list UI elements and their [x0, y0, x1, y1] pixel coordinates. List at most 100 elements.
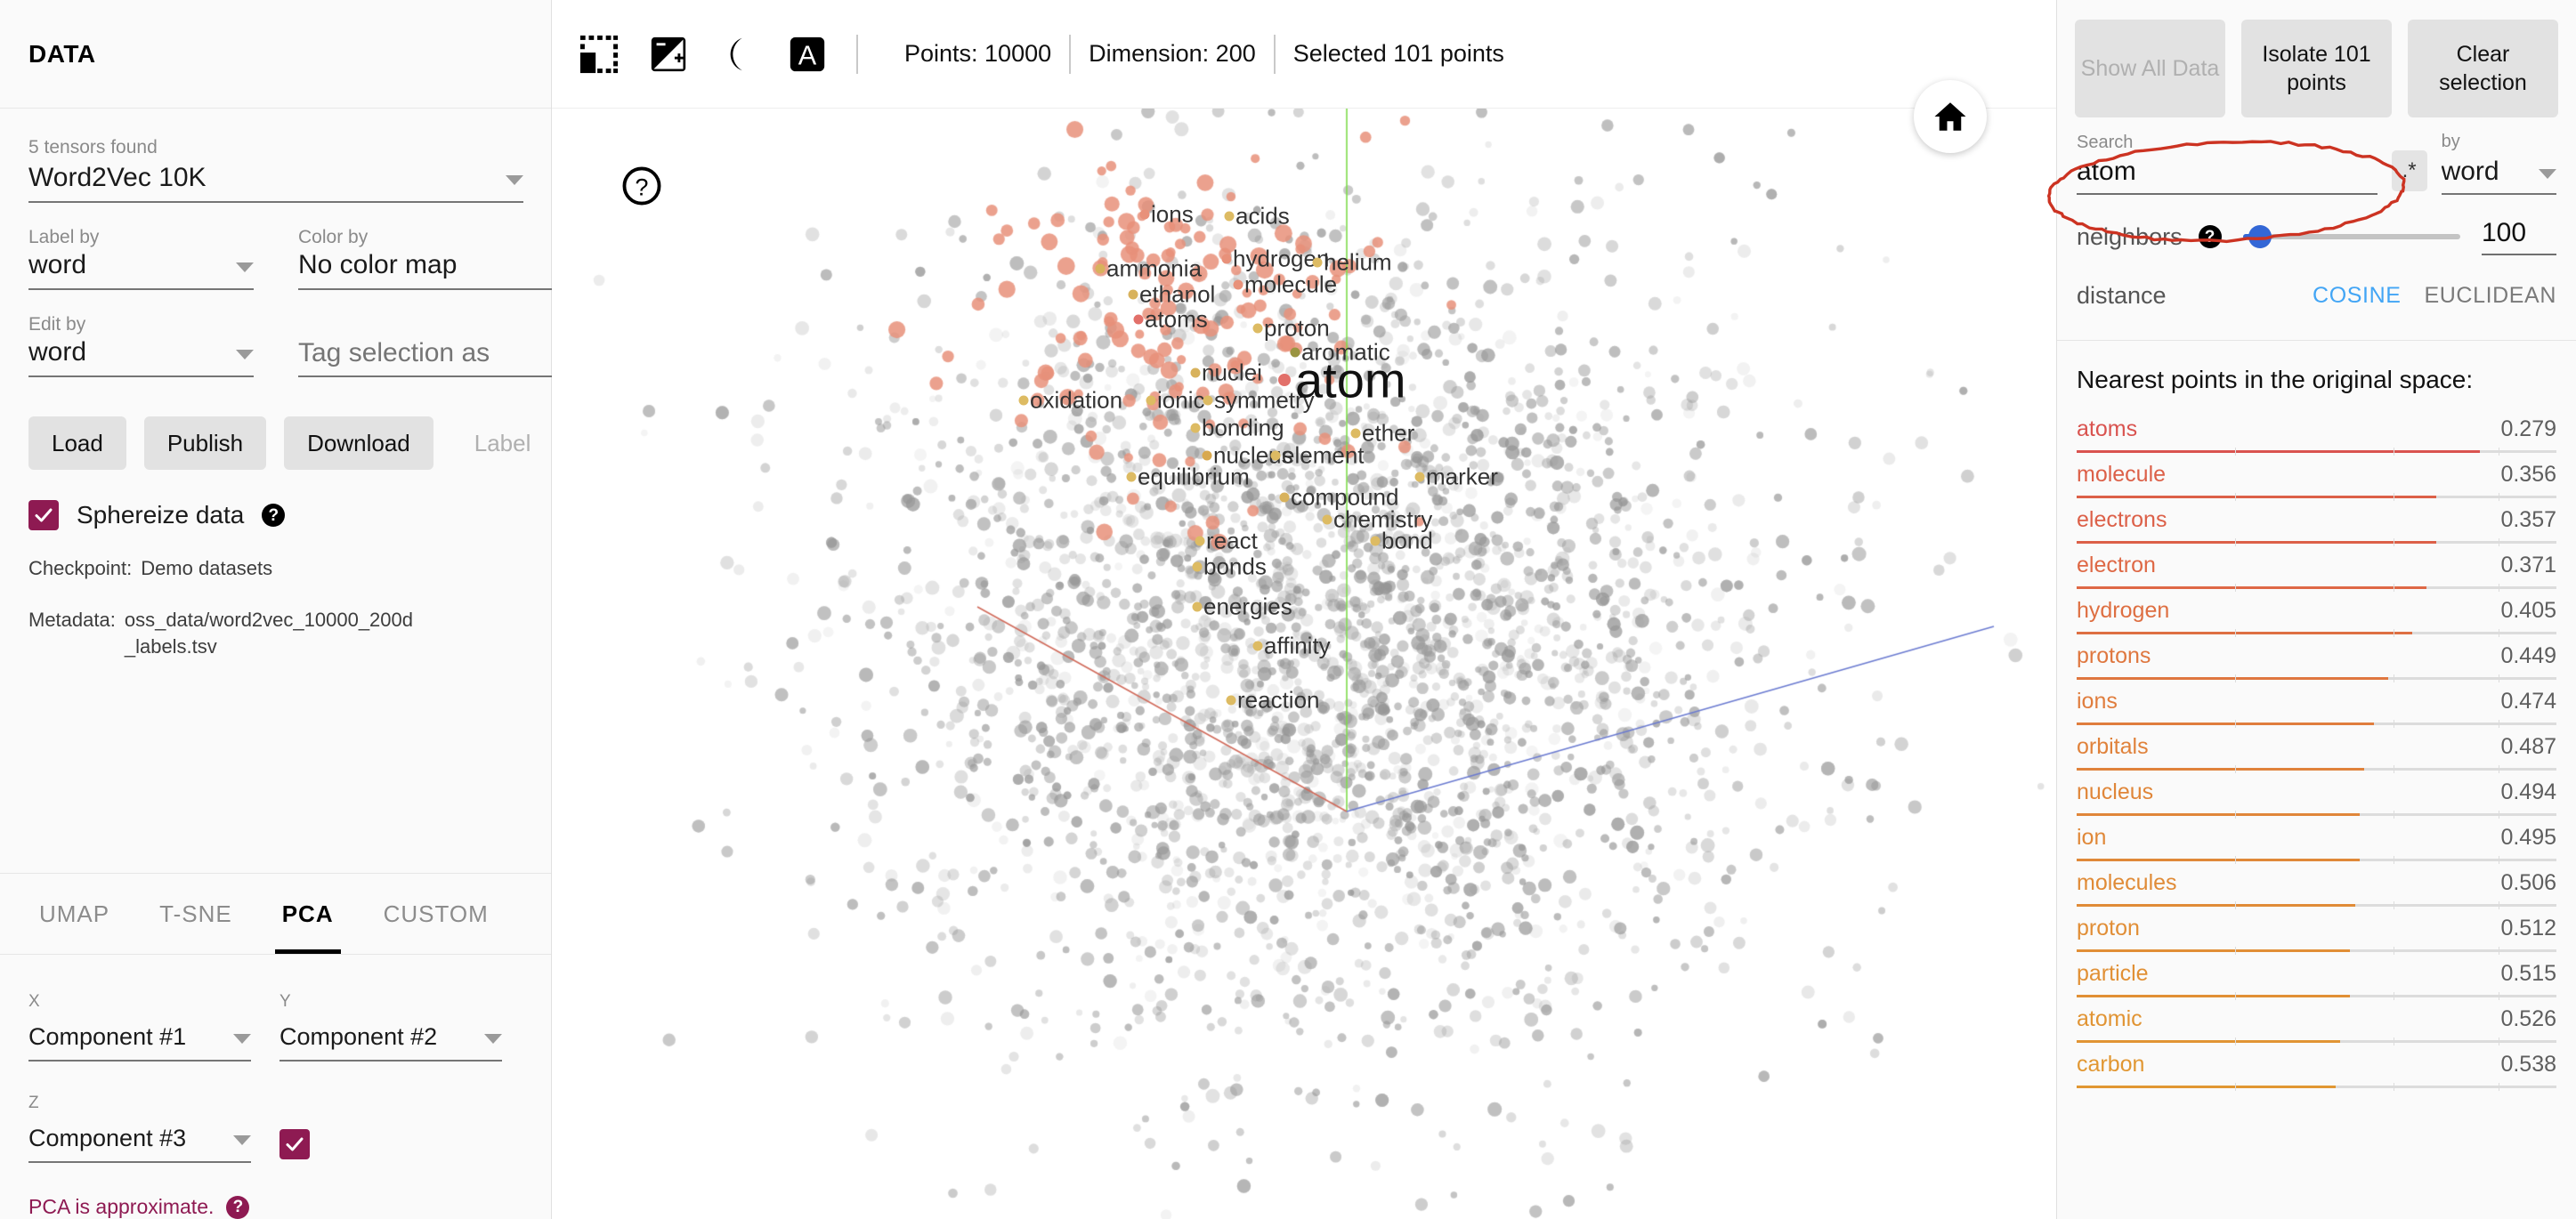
download-button[interactable]: Download: [284, 416, 433, 470]
publish-button[interactable]: Publish: [143, 416, 267, 470]
nearest-neighbor-word[interactable]: ions: [2077, 686, 2118, 716]
nearest-neighbor-row[interactable]: particle 0.515: [2077, 958, 2556, 1003]
nearest-neighbor-word[interactable]: atomic: [2077, 1004, 2143, 1034]
nearest-neighbor-row[interactable]: ions 0.474: [2077, 686, 2556, 731]
labels-icon[interactable]: A: [787, 34, 828, 75]
tab-tsne[interactable]: T-SNE: [134, 874, 257, 954]
nearest-neighbor-word[interactable]: molecules: [2077, 868, 2177, 898]
scatter-points-canvas[interactable]: [552, 109, 2056, 1219]
pca-x-select[interactable]: Component #1: [28, 1021, 251, 1062]
nearest-neighbor-row[interactable]: protons 0.449: [2077, 641, 2556, 685]
nearest-neighbor-tick: [2234, 629, 2236, 637]
nearest-neighbor-word[interactable]: carbon: [2077, 1049, 2144, 1079]
load-button[interactable]: Load: [28, 416, 126, 470]
data-action-buttons: Load Publish Download Label: [28, 416, 531, 470]
embedding-scatter-plot[interactable]: ions acids hydrogen helium ammonia molecule et…: [552, 109, 2056, 1219]
distance-option-euclidean[interactable]: EUCLIDEAN: [2425, 283, 2557, 309]
exposure-icon[interactable]: [648, 34, 689, 75]
nearest-neighbor-bar: [2077, 1086, 2337, 1088]
neighbors-value[interactable]: 100: [2482, 218, 2556, 255]
nearest-neighbor-word[interactable]: protons: [2077, 641, 2151, 671]
help-icon[interactable]: ?: [226, 1195, 250, 1219]
regex-toggle-button[interactable]: .*: [2391, 150, 2427, 191]
nearest-neighbor-word[interactable]: electron: [2077, 550, 2156, 580]
isolate-points-button[interactable]: Isolate 101 points: [2241, 20, 2392, 117]
nearest-neighbor-word[interactable]: particle: [2077, 958, 2149, 989]
pca-x-label: X: [28, 992, 40, 1011]
help-icon[interactable]: ?: [262, 504, 286, 527]
search-input-underline: [2077, 157, 2378, 195]
dimension-count: Dimension: 200: [1089, 40, 1256, 67]
tensor-select[interactable]: Word2Vec 10K: [28, 162, 523, 203]
search-field-group: Search: [2077, 133, 2378, 195]
nearest-neighbor-word[interactable]: electrons: [2077, 505, 2167, 535]
nearest-neighbor-distance: 0.371: [2500, 553, 2556, 577]
nearest-neighbor-word[interactable]: atoms: [2077, 414, 2137, 444]
pca-z-select[interactable]: Component #3: [28, 1122, 251, 1163]
pca-z-label: Z: [28, 1094, 39, 1112]
projection-tabs: UMAP T-SNE PCA CUSTOM: [0, 873, 551, 955]
help-icon[interactable]: ?: [2198, 225, 2222, 248]
points-count: Points: 10000: [904, 40, 1052, 67]
nearest-neighbor-row[interactable]: carbon 0.538: [2077, 1049, 2556, 1094]
nearest-neighbor-row[interactable]: electron 0.371: [2077, 550, 2556, 594]
search-input[interactable]: [2077, 157, 2378, 187]
nearest-neighbor-tick: [2234, 856, 2236, 864]
distance-option-cosine[interactable]: COSINE: [2313, 283, 2401, 309]
nearest-neighbor-word[interactable]: orbitals: [2077, 731, 2149, 762]
edit-tag-row: Edit by word: [28, 313, 603, 377]
pca-y-value: Component #2: [279, 1023, 438, 1050]
pca-z-checkbox[interactable]: [279, 1129, 310, 1159]
nearest-neighbor-word[interactable]: molecule: [2077, 459, 2166, 489]
pca-xy-row: X Component #1 Y Component #2: [28, 992, 522, 1062]
nearest-neighbor-row[interactable]: hydrogen 0.405: [2077, 595, 2556, 640]
nearest-neighbor-bar: [2077, 768, 2365, 771]
nearest-neighbor-word[interactable]: proton: [2077, 913, 2140, 943]
select-box-icon[interactable]: [579, 34, 620, 75]
edit-by-select[interactable]: word: [28, 336, 254, 377]
search-by-select[interactable]: word: [2441, 156, 2556, 195]
nearest-neighbor-tick: [2234, 538, 2236, 546]
nearest-neighbor-distance: 0.357: [2500, 507, 2556, 532]
clear-selection-button[interactable]: Clear selection: [2408, 20, 2558, 117]
nearest-neighbor-row[interactable]: molecule 0.356: [2077, 459, 2556, 504]
nearest-neighbor-row[interactable]: nucleus 0.494: [2077, 777, 2556, 821]
nearest-neighbor-word[interactable]: nucleus: [2077, 777, 2153, 807]
nearest-neighbor-row[interactable]: proton 0.512: [2077, 913, 2556, 957]
nearest-neighbor-distance: 0.495: [2500, 825, 2556, 850]
nearest-neighbor-tick: [2234, 765, 2236, 773]
nearest-neighbor-distance: 0.512: [2500, 916, 2556, 940]
tab-custom[interactable]: CUSTOM: [359, 874, 514, 954]
projector-canvas-area[interactable]: A Points: 10000 Dimension: 200 Selected …: [552, 0, 2056, 1219]
nearest-neighbors-list: atoms 0.279 molecule 0.356 electrons 0.357 ele…: [2077, 414, 2556, 1094]
tab-pca[interactable]: PCA: [257, 874, 359, 954]
nearest-neighbor-distance: 0.279: [2500, 416, 2556, 441]
nearest-neighbor-tick: [2234, 493, 2236, 501]
chevron-down-icon: [233, 1034, 251, 1044]
pca-x-value: Component #1: [28, 1023, 187, 1050]
sphereize-checkbox[interactable]: [28, 500, 59, 530]
label-by-select[interactable]: word: [28, 249, 254, 290]
nearest-neighbor-row[interactable]: ion 0.495: [2077, 822, 2556, 867]
nearest-neighbor-row[interactable]: molecules 0.506: [2077, 868, 2556, 912]
label-by-group: Label by word: [28, 226, 254, 290]
neighbors-slider[interactable]: [2242, 225, 2460, 248]
nearest-neighbor-distance: 0.356: [2500, 462, 2556, 487]
neighbors-slider-thumb[interactable]: [2248, 225, 2272, 248]
pca-y-select[interactable]: Component #2: [279, 1021, 502, 1062]
nearest-neighbor-row[interactable]: orbitals 0.487: [2077, 731, 2556, 776]
show-all-data-button: Show All Data: [2075, 20, 2225, 117]
nearest-neighbor-row[interactable]: atoms 0.279: [2077, 414, 2556, 458]
nearest-neighbor-distance: 0.487: [2500, 734, 2556, 759]
nearest-neighbor-word[interactable]: hydrogen: [2077, 595, 2169, 626]
nearest-neighbor-row[interactable]: electrons 0.357: [2077, 505, 2556, 549]
tab-umap[interactable]: UMAP: [14, 874, 134, 954]
label-button: Label: [451, 416, 555, 470]
night-mode-icon[interactable]: [717, 34, 758, 75]
nearest-neighbor-row[interactable]: atomic 0.526: [2077, 1004, 2556, 1048]
nearest-neighbor-tick: [2234, 448, 2236, 456]
tensor-select-value: Word2Vec 10K: [28, 163, 207, 192]
chevron-down-icon: [233, 1135, 251, 1145]
chevron-down-icon: [2539, 169, 2556, 179]
nearest-neighbor-word[interactable]: ion: [2077, 822, 2106, 852]
